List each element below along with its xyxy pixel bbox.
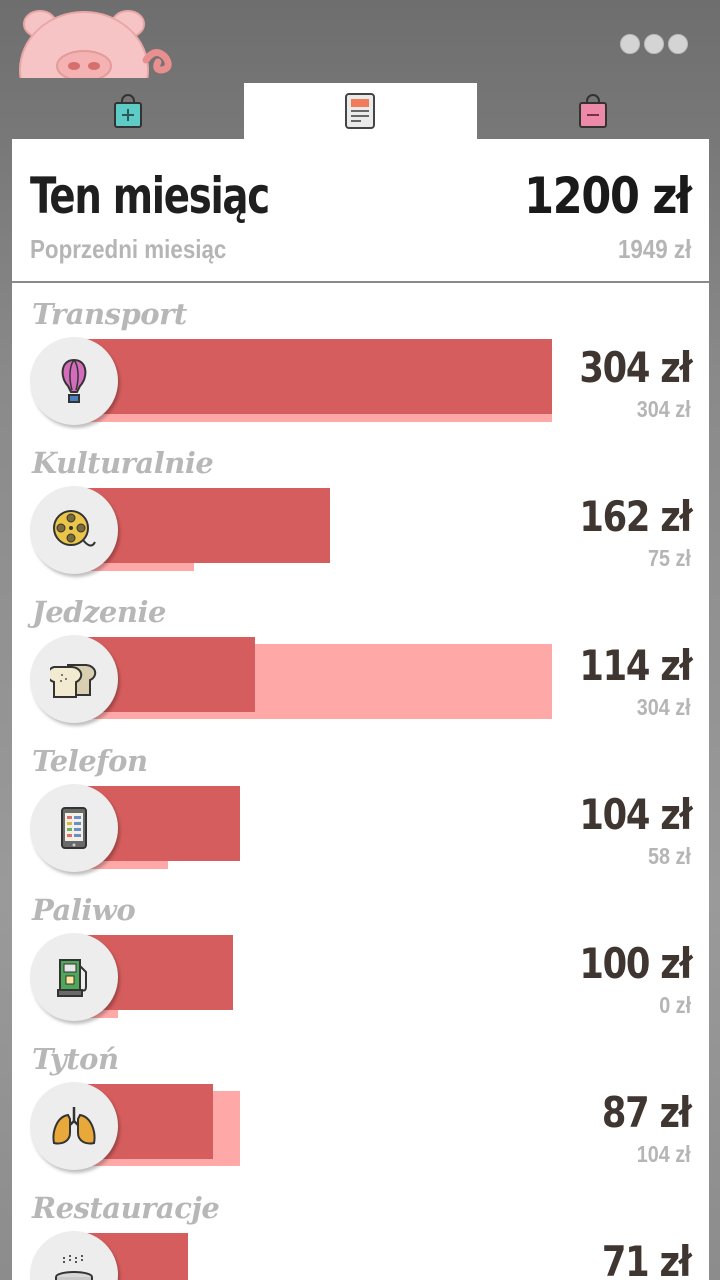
category-name: Telefon: [32, 744, 148, 778]
previous-amount: 304 zł: [637, 396, 691, 422]
category-name: Kulturalnie: [32, 446, 214, 480]
current-amount: 100 zł: [579, 939, 692, 988]
category-row[interactable]: Restauracje 71 zł: [12, 1177, 709, 1280]
current-amount: 87 zł: [602, 1088, 692, 1137]
current-month-label: Ten miesiąc: [30, 167, 270, 225]
month-summary: Ten miesiąc 1200 zł Poprzedni miesiąc 19…: [12, 139, 709, 283]
film-reel-icon: [53, 510, 96, 547]
previous-amount: 58 zł: [648, 843, 691, 869]
previous-month-total: 1949 zł: [617, 234, 691, 264]
category-icon-circle: [30, 1082, 118, 1170]
current-amount-bar: [82, 488, 330, 563]
tab-expense[interactable]: [477, 83, 709, 139]
remove-expense-bag-icon: [578, 94, 607, 128]
current-amount-bar: [82, 339, 552, 414]
report-document-icon: [345, 93, 376, 129]
current-amount: 304 zł: [579, 343, 692, 392]
category-name: Restauracje: [32, 1191, 220, 1225]
tab-income[interactable]: [12, 83, 244, 139]
category-row[interactable]: Paliwo 100 zł 0 zł: [12, 879, 709, 1028]
previous-month-label: Poprzedni miesiąc: [30, 234, 227, 264]
tab-bar: [12, 83, 709, 139]
category-row[interactable]: Kulturalnie 162 zł 75 zł: [12, 432, 709, 581]
category-row[interactable]: Telefon 104 zł 58 zł: [12, 730, 709, 879]
previous-amount: 104 zł: [637, 1141, 691, 1167]
lungs-icon: [52, 1107, 96, 1145]
category-icon-circle: [30, 784, 118, 872]
current-amount: 104 zł: [579, 790, 692, 839]
hot-dish-icon: [55, 1255, 93, 1280]
category-row[interactable]: Jedzenie 114 zł 304 zł: [12, 581, 709, 730]
previous-amount: 0 zł: [659, 992, 691, 1018]
current-amount: 114 zł: [579, 641, 692, 690]
category-icon-circle: [30, 337, 118, 425]
fuel-pump-icon: [57, 959, 87, 997]
smartphone-icon: [61, 807, 87, 849]
category-name: Paliwo: [32, 893, 136, 927]
more-dots-icon[interactable]: [620, 34, 688, 54]
current-month-total: 1200 zł: [524, 167, 692, 225]
current-amount: 71 zł: [602, 1237, 692, 1280]
category-row[interactable]: Tytoń 87 zł 104 zł: [12, 1028, 709, 1177]
category-row[interactable]: Transport 304 zł 304 zł: [12, 283, 709, 432]
bread-icon: [50, 664, 97, 698]
add-income-bag-icon: [114, 94, 143, 128]
previous-amount: 75 zł: [648, 545, 691, 571]
category-icon-circle: [30, 635, 118, 723]
category-name: Tytoń: [32, 1042, 119, 1076]
pig-logo: [19, 10, 172, 78]
category-icon-circle: [30, 933, 118, 1021]
category-icon-circle: [30, 486, 118, 574]
previous-amount: 304 zł: [637, 694, 691, 720]
current-amount: 162 zł: [579, 492, 692, 541]
tab-report[interactable]: [244, 83, 477, 139]
report-card: Ten miesiąc 1200 zł Poprzedni miesiąc 19…: [12, 139, 709, 1280]
category-name: Jedzenie: [32, 595, 166, 629]
category-name: Transport: [32, 297, 187, 331]
hot-air-balloon-icon: [61, 358, 87, 403]
